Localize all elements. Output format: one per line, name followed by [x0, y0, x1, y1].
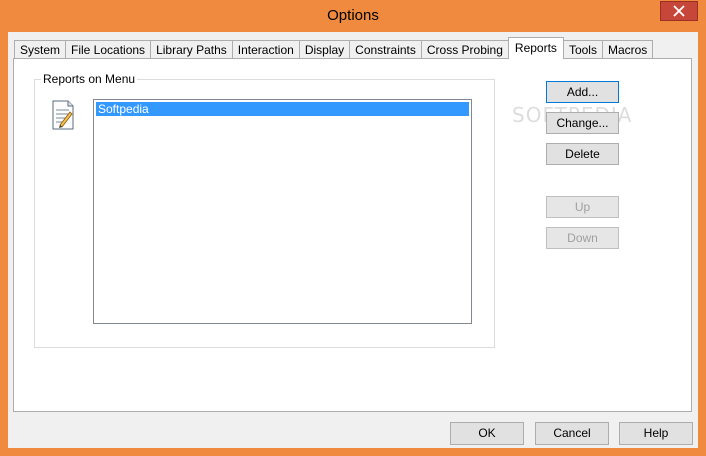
title-bar[interactable]: Options — [0, 0, 706, 32]
help-button[interactable]: Help — [619, 422, 693, 445]
tab-interaction[interactable]: Interaction — [231, 40, 300, 59]
dialog-client-area: System File Locations Library Paths Inte… — [8, 32, 698, 448]
reports-listbox[interactable]: Softpedia — [93, 99, 472, 324]
close-icon — [673, 5, 685, 17]
delete-button[interactable]: Delete — [546, 143, 619, 165]
tab-macros[interactable]: Macros — [601, 40, 654, 59]
cancel-button[interactable]: Cancel — [535, 422, 609, 445]
window-title: Options — [327, 7, 379, 24]
tab-reports[interactable]: Reports — [507, 37, 564, 59]
group-label: Reports on Menu — [41, 72, 138, 86]
tab-file-locations[interactable]: File Locations — [65, 40, 152, 59]
tab-constraints[interactable]: Constraints — [349, 40, 422, 59]
tab-system[interactable]: System — [14, 40, 67, 59]
tab-display[interactable]: Display — [298, 40, 351, 59]
close-button[interactable] — [660, 1, 698, 21]
change-button[interactable]: Change... — [546, 112, 619, 134]
up-button[interactable]: Up — [546, 196, 619, 218]
tab-strip: System File Locations Library Paths Inte… — [14, 37, 654, 59]
tab-tools[interactable]: Tools — [562, 40, 603, 59]
ok-button[interactable]: OK — [450, 422, 524, 445]
report-document-icon — [52, 100, 74, 130]
list-item[interactable]: Softpedia — [96, 102, 469, 116]
reports-on-menu-group: Reports on Menu Softpedia — [34, 72, 495, 348]
tab-cross-probing[interactable]: Cross Probing — [420, 40, 509, 59]
reports-tab-panel: SOFTPEDIA Reports on Menu Softpedia — [13, 58, 692, 412]
options-dialog: Options System File Locations Library Pa… — [0, 0, 706, 456]
add-button[interactable]: Add... — [546, 81, 619, 103]
down-button[interactable]: Down — [546, 227, 619, 249]
tab-library-paths[interactable]: Library Paths — [150, 40, 233, 59]
